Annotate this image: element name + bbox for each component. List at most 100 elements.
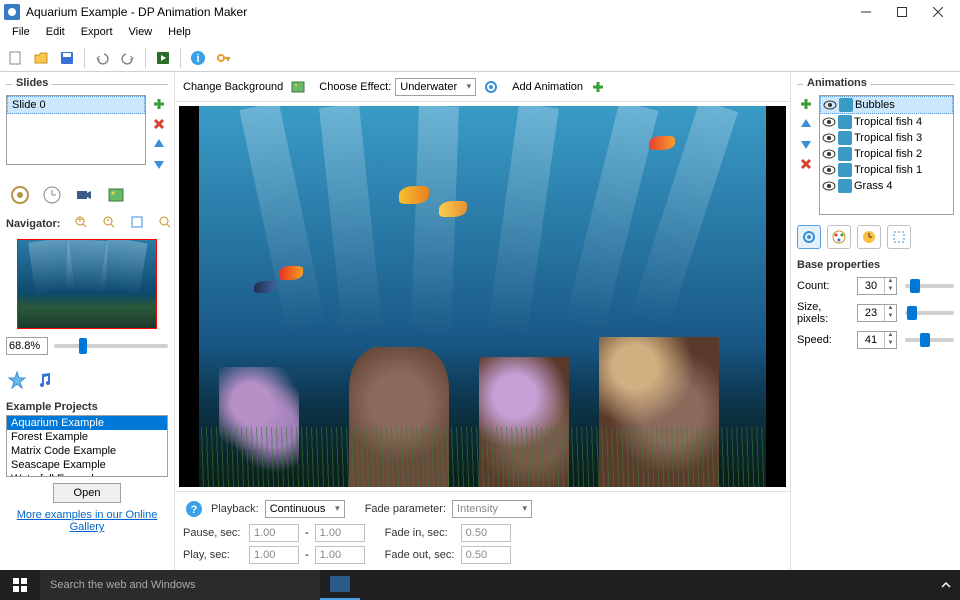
gallery-link[interactable]: More examples in our Online Gallery — [6, 509, 168, 533]
animations-list[interactable]: BubblesTropical fish 4 Tropical fish 3 Tro… — [819, 95, 954, 215]
undo-button[interactable] — [91, 47, 113, 69]
eye-icon[interactable] — [822, 116, 836, 128]
animation-item[interactable]: Tropical fish 3 — [820, 130, 953, 146]
navigator-preview[interactable] — [17, 239, 157, 329]
taskbar-app-icon[interactable] — [320, 570, 360, 600]
slides-list[interactable]: Slide 0 — [6, 95, 146, 165]
anim-up-button[interactable] — [797, 115, 815, 133]
fish-icon — [254, 281, 276, 293]
fish-icon — [399, 186, 429, 204]
eye-icon[interactable] — [822, 132, 836, 144]
wheel-icon[interactable] — [8, 183, 32, 207]
example-item[interactable]: Forest Example — [7, 430, 167, 444]
fade-out-input[interactable] — [461, 546, 511, 564]
slide-down-button[interactable] — [150, 155, 168, 173]
animation-item[interactable]: Grass 4 — [820, 178, 953, 194]
menu-view[interactable]: View — [121, 24, 161, 44]
info-button[interactable]: i — [187, 47, 209, 69]
slide-up-button[interactable] — [150, 135, 168, 153]
count-slider[interactable] — [905, 284, 954, 288]
animation-item[interactable]: Tropical fish 1 — [820, 162, 953, 178]
count-spinner[interactable]: ▲▼ — [857, 277, 897, 295]
prop-tab-color[interactable] — [827, 225, 851, 249]
count-label: Count: — [797, 280, 853, 292]
anim-down-button[interactable] — [797, 135, 815, 153]
animation-item[interactable]: Tropical fish 2 — [820, 146, 953, 162]
key-button[interactable] — [213, 47, 235, 69]
eye-icon[interactable] — [823, 99, 837, 111]
pause-min-input[interactable] — [249, 524, 299, 542]
anim-thumb-icon — [838, 163, 852, 177]
example-item[interactable]: Matrix Code Example — [7, 444, 167, 458]
camera-icon[interactable] — [72, 183, 96, 207]
redo-button[interactable] — [117, 47, 139, 69]
zoom-actual-button[interactable] — [154, 211, 176, 233]
tray-chevron-icon[interactable] — [932, 579, 960, 591]
open-file-button[interactable] — [30, 47, 52, 69]
help-icon[interactable]: ? — [183, 498, 205, 520]
svg-text:i: i — [196, 53, 199, 65]
star-icon[interactable] — [6, 369, 28, 391]
canvas[interactable] — [179, 106, 786, 487]
prop-tab-time[interactable] — [857, 225, 881, 249]
new-file-button[interactable] — [4, 47, 26, 69]
playback-mode-select[interactable]: Continuous — [265, 500, 345, 518]
eye-icon[interactable] — [822, 164, 836, 176]
animation-item[interactable]: Tropical fish 4 — [820, 114, 953, 130]
maximize-button[interactable] — [884, 0, 920, 24]
change-bg-label[interactable]: Change Background — [183, 81, 283, 93]
zoom-value[interactable]: 68.8% — [6, 337, 48, 355]
open-example-button[interactable]: Open — [53, 483, 122, 503]
anim-item-label: Tropical fish 2 — [854, 148, 922, 160]
pause-max-input[interactable] — [315, 524, 365, 542]
add-slide-button[interactable] — [150, 95, 168, 113]
speed-spinner[interactable]: ▲▼ — [857, 331, 897, 349]
prop-tab-area[interactable] — [887, 225, 911, 249]
examples-list[interactable]: Aquarium ExampleForest ExampleMatrix Cod… — [6, 415, 168, 477]
save-button[interactable] — [56, 47, 78, 69]
zoom-slider[interactable] — [54, 344, 168, 348]
slide-item[interactable]: Slide 0 — [7, 96, 145, 114]
add-animation-icon[interactable] — [587, 76, 609, 98]
example-item[interactable]: Aquarium Example — [7, 416, 167, 430]
speed-slider[interactable] — [905, 338, 954, 342]
size-slider[interactable] — [905, 311, 954, 315]
menu-export[interactable]: Export — [73, 24, 121, 44]
effect-select[interactable]: Underwater — [395, 78, 476, 96]
anim-item-label: Tropical fish 3 — [854, 132, 922, 144]
size-spinner[interactable]: ▲▼ — [857, 304, 897, 322]
eye-icon[interactable] — [822, 148, 836, 160]
minimize-button[interactable] — [848, 0, 884, 24]
fade-param-select[interactable]: Intensity — [452, 500, 532, 518]
zoom-out-button[interactable]: - — [98, 211, 120, 233]
add-animation-label[interactable]: Add Animation — [512, 81, 583, 93]
example-item[interactable]: Seascape Example — [7, 458, 167, 472]
eye-icon[interactable] — [822, 180, 836, 192]
effect-settings-icon[interactable] — [480, 76, 502, 98]
add-anim-button[interactable] — [797, 95, 815, 113]
start-button[interactable] — [0, 570, 40, 600]
svg-text:+: + — [77, 215, 83, 226]
play-min-input[interactable] — [249, 546, 299, 564]
zoom-fit-button[interactable] — [126, 211, 148, 233]
change-bg-icon[interactable] — [287, 76, 309, 98]
menu-help[interactable]: Help — [160, 24, 199, 44]
example-item[interactable]: Waterfall Example — [7, 472, 167, 477]
music-icon[interactable] — [34, 369, 56, 391]
image-icon[interactable] — [104, 183, 128, 207]
taskbar-search[interactable]: Search the web and Windows — [40, 570, 320, 600]
clock-icon[interactable] — [40, 183, 64, 207]
delete-slide-button[interactable] — [150, 115, 168, 133]
animation-item[interactable]: Bubbles — [820, 96, 953, 114]
fade-in-input[interactable] — [461, 524, 511, 542]
prop-tab-base[interactable] — [797, 225, 821, 249]
menu-file[interactable]: File — [4, 24, 38, 44]
close-button[interactable] — [920, 0, 956, 24]
anim-thumb-icon — [839, 98, 853, 112]
play-max-input[interactable] — [315, 546, 365, 564]
export-button[interactable] — [152, 47, 174, 69]
zoom-in-button[interactable]: + — [70, 211, 92, 233]
delete-anim-button[interactable] — [797, 155, 815, 173]
props-header: Base properties — [797, 259, 954, 271]
menu-edit[interactable]: Edit — [38, 24, 73, 44]
